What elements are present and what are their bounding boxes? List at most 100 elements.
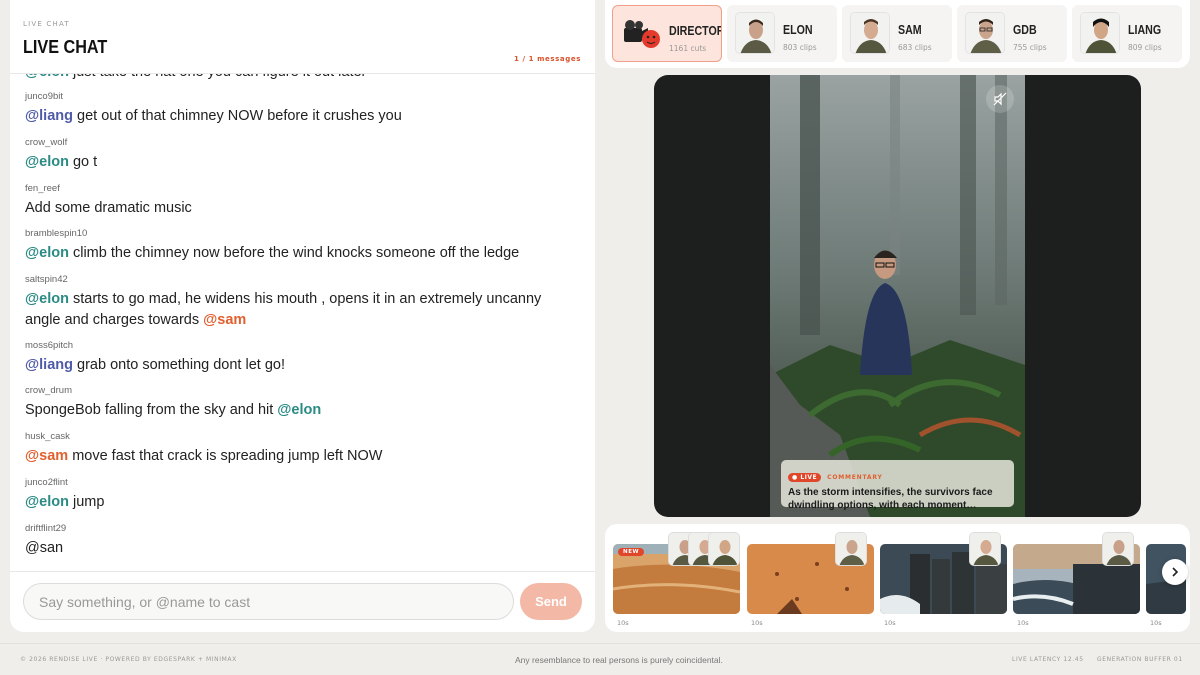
chat-username[interactable]: saltspin42 (25, 274, 580, 285)
chat-message-text: @elon starts to go mad, he widens his mo… (25, 289, 580, 331)
chat-message: saltspin42 @elon starts to go mad, he wid… (25, 274, 580, 331)
footer-copyright: © 2026 RENDISE LIVE · POWERED BY EDGESPA… (20, 656, 237, 663)
chat-message: husk_cask @sam move fast that crack is sp… (25, 431, 580, 467)
mute-icon (993, 92, 1007, 106)
avatar (1080, 12, 1120, 54)
avatar (1102, 532, 1134, 566)
chat-message: fen_reef Add some dramatic music (25, 183, 580, 219)
chat-username[interactable]: crow_drum (25, 385, 580, 396)
mention-link[interactable]: @elon (25, 154, 69, 170)
video-player[interactable]: ● LIVE COMMENTARY As the storm intensifie… (654, 75, 1141, 517)
message-body: go t (68, 154, 98, 170)
mention-link[interactable]: @liang (25, 357, 73, 373)
live-label: LIVE (800, 474, 818, 481)
chat-message-text: @san (25, 538, 580, 559)
chat-message-text: @elon go t (25, 152, 580, 173)
chat-message: crow_wolf @elon go t (25, 137, 580, 173)
chat-username[interactable]: driftflint29 (25, 523, 580, 534)
mention-link[interactable]: @elon (25, 245, 69, 261)
chat-composer: Send (10, 571, 595, 632)
chat-message-text: SpongeBob falling from the sky and hit @… (25, 400, 580, 421)
chat-username[interactable]: bramblespin10 (25, 228, 580, 239)
cast-card-liang[interactable]: LIANG 809 clips (1072, 5, 1182, 62)
chat-kicker: LIVE CHAT (23, 20, 70, 28)
chat-username[interactable]: junco2flint (25, 477, 580, 488)
avatar (969, 532, 1001, 566)
cast-clips: 803 clips (783, 43, 817, 52)
chat-message-text: Add some dramatic music (25, 198, 580, 219)
chat-message: moss6pitch @liang grab onto something don… (25, 340, 580, 376)
director-camera-icon (621, 13, 661, 55)
clip-duration: 10s (617, 619, 629, 627)
mention-link[interactable]: @sam (25, 448, 68, 464)
chat-message-text: @sam move fast that crack is spreading j… (25, 446, 580, 467)
chat-message: bramblespin10 @elon climb the chimney now… (25, 228, 580, 264)
chat-message-list[interactable]: @elon just take the hat one you can figu… (10, 56, 595, 562)
cast-strip: DIRECTOR 1161 cuts ELON 803 clips SAM 68… (605, 0, 1190, 68)
timeline-next-button[interactable] (1162, 559, 1188, 585)
cast-clips: 755 clips (1013, 43, 1047, 52)
cast-card-director[interactable]: DIRECTOR 1161 cuts (612, 5, 722, 62)
avatar (965, 12, 1005, 54)
chat-username[interactable]: crow_wolf (25, 137, 580, 148)
send-button[interactable]: Send (520, 583, 582, 620)
cast-clips: 809 clips (1128, 43, 1162, 52)
message-body: SpongeBob falling from the sky and hit (25, 402, 278, 418)
cast-card-gdb[interactable]: GDB 755 clips (957, 5, 1067, 62)
footer-disclaimer: Any resemblance to real persons is purel… (515, 655, 723, 665)
video-frame (770, 75, 1025, 517)
chat-message: driftflint29 @san (25, 523, 580, 559)
chat-title: LIVE CHAT (23, 37, 108, 57)
message-body: grab onto something dont let go! (72, 357, 285, 373)
clip-timeline: NEW 10s 10s 10s 10s 10s (605, 524, 1190, 632)
mention-link[interactable]: @elon (25, 494, 69, 510)
message-body: jump (68, 494, 105, 510)
chat-header: LIVE CHAT LIVE CHAT 1 / 1 messages (10, 0, 595, 74)
message-body: @san (25, 540, 64, 556)
mute-button[interactable] (986, 85, 1014, 113)
cast-card-elon[interactable]: ELON 803 clips (727, 5, 837, 62)
cast-name: GDB (1013, 22, 1037, 37)
chat-message-text: @elon jump (25, 492, 580, 513)
cast-card-sam[interactable]: SAM 683 clips (842, 5, 952, 62)
cast-name: DIRECTOR (669, 23, 722, 38)
message-count: 1 / 1 messages (513, 55, 581, 63)
clip-duration: 10s (751, 619, 763, 627)
chat-message-text: @elon climb the chimney now before the w… (25, 243, 580, 264)
avatar (708, 532, 740, 566)
avatar (850, 12, 890, 54)
cast-name: LIANG (1128, 22, 1162, 37)
footer-buffer: GENERATION BUFFER 01 (1097, 656, 1183, 663)
cast-clips: 1161 cuts (669, 44, 707, 53)
commentary-caption: ● LIVE COMMENTARY As the storm intensifie… (781, 460, 1014, 511)
chevron-right-icon (1172, 567, 1179, 577)
mention-link[interactable]: @liang (25, 108, 73, 124)
chat-message-text: @liang get out of that chimney NOW befor… (25, 106, 580, 127)
message-body: Add some dramatic music (25, 200, 192, 216)
message-body: move fast that crack is spreading jump l… (68, 448, 383, 464)
chat-username[interactable]: husk_cask (25, 431, 580, 442)
caption-text: As the storm intensifies, the survivors … (788, 487, 993, 511)
avatar (735, 12, 775, 54)
live-chat-panel: @elon just take the hat one you can figu… (10, 0, 595, 632)
live-badge: ● LIVE (788, 473, 822, 482)
avatar (835, 532, 867, 566)
cast-name: SAM (898, 22, 922, 37)
mention-link[interactable]: @sam (203, 312, 246, 328)
message-body: get out of that chimney NOW before it cr… (72, 108, 402, 124)
chat-message-text: @liang grab onto something dont let go! (25, 355, 580, 376)
mention-link[interactable]: @elon (277, 402, 321, 418)
chat-username[interactable]: junco9bit (25, 91, 580, 102)
message-body: starts to go mad, he widens his mouth , … (25, 291, 542, 328)
chat-username[interactable]: fen_reef (25, 183, 580, 194)
cast-clips: 683 clips (898, 43, 932, 52)
page-footer: © 2026 RENDISE LIVE · POWERED BY EDGESPA… (0, 643, 1200, 675)
chat-username[interactable]: moss6pitch (25, 340, 580, 351)
clip-duration: 10s (1150, 619, 1162, 627)
chat-message: junco2flint @elon jump (25, 477, 580, 513)
new-badge: NEW (618, 548, 645, 556)
footer-latency: LIVE LATENCY 12.45 (1012, 656, 1084, 663)
chat-input[interactable] (23, 583, 514, 620)
caption-kind: COMMENTARY (827, 474, 883, 481)
mention-link[interactable]: @elon (25, 291, 69, 307)
